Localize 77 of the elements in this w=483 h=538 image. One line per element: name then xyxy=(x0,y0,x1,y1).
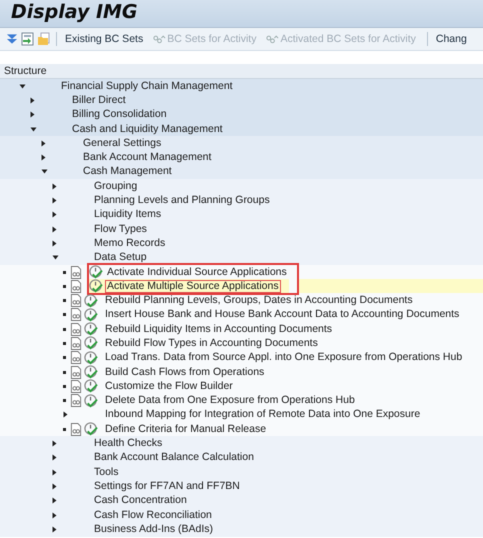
tree-item-label[interactable]: Memo Records xyxy=(92,236,168,250)
execute-icon[interactable] xyxy=(89,265,103,279)
document-icon[interactable] xyxy=(70,280,82,293)
document-icon[interactable] xyxy=(70,294,82,308)
document-icon[interactable] xyxy=(70,366,82,379)
bullet-icon xyxy=(63,399,66,402)
execute-icon[interactable] xyxy=(84,322,98,336)
expand-arrow-icon[interactable] xyxy=(30,96,35,104)
expand-arrow-icon[interactable] xyxy=(52,182,57,190)
expand-arrow-icon[interactable] xyxy=(52,211,57,218)
tree-item-label[interactable]: Activate Multiple Source Applications xyxy=(105,280,281,293)
collapse-arrow-icon[interactable] xyxy=(52,255,59,260)
expand-arrow-icon[interactable] xyxy=(52,512,57,519)
document-icon[interactable] xyxy=(70,322,82,336)
tree-item-label[interactable]: Health Checks xyxy=(92,437,164,450)
execute-icon[interactable] xyxy=(89,279,103,294)
bullet-icon xyxy=(63,299,66,302)
bullet-icon xyxy=(63,313,66,316)
bullet-icon xyxy=(63,284,66,288)
tree-item-label[interactable]: Biller Direct xyxy=(70,94,128,107)
expand-arrow-icon[interactable] xyxy=(52,526,57,533)
collapse-arrow-icon[interactable] xyxy=(41,169,48,174)
execute-icon[interactable] xyxy=(84,422,98,436)
bullet-icon xyxy=(63,370,66,374)
execute-icon[interactable] xyxy=(84,336,98,350)
bullet-icon xyxy=(63,342,66,345)
execute-icon[interactable] xyxy=(84,308,98,322)
window-title: Display IMG xyxy=(11,1,138,23)
tree-item-label[interactable]: Activate Individual Source Applications xyxy=(105,266,289,278)
document-icon[interactable] xyxy=(70,422,82,436)
expand-arrow-icon[interactable] xyxy=(52,468,57,476)
tree-item-label[interactable]: Cash Concentration xyxy=(92,494,189,508)
tree-item-label[interactable]: Billing Consolidation xyxy=(70,108,169,122)
expand-arrow-icon[interactable] xyxy=(41,140,46,147)
expand-arrow-icon[interactable] xyxy=(52,482,57,490)
bullet-icon xyxy=(63,384,66,388)
toolbar-button[interactable]: Existing BC Sets xyxy=(63,32,146,46)
toolbar-button[interactable]: Chang xyxy=(434,32,469,46)
expand-arrow-icon[interactable] xyxy=(52,440,57,448)
tree-item-label[interactable]: Tools xyxy=(92,466,121,479)
execute-icon[interactable] xyxy=(84,350,98,365)
document-icon[interactable] xyxy=(70,380,82,393)
bullet-icon xyxy=(63,428,66,431)
document-icon[interactable] xyxy=(70,336,82,350)
execute-icon[interactable] xyxy=(84,379,98,394)
filter-icon[interactable] xyxy=(6,33,18,45)
execute-icon[interactable] xyxy=(84,365,98,380)
bc-set-icon xyxy=(153,34,166,44)
tree-item-label[interactable]: Grouping xyxy=(92,180,140,193)
expand-arrow-icon[interactable] xyxy=(52,226,57,233)
expand-arrow-icon[interactable] xyxy=(52,240,57,247)
expand-arrow-icon[interactable] xyxy=(41,154,46,162)
tree-item-label[interactable]: Liquidity Items xyxy=(92,208,164,222)
bullet-icon xyxy=(63,270,66,274)
import-icon[interactable] xyxy=(21,32,34,46)
bullet-icon xyxy=(63,356,66,360)
expand-arrow-icon[interactable] xyxy=(52,197,57,204)
column-header: Structure xyxy=(0,64,483,79)
collapse-arrow-icon[interactable] xyxy=(30,126,37,132)
document-icon[interactable] xyxy=(70,394,82,408)
expand-arrow-icon[interactable] xyxy=(52,497,57,504)
tree-item-label[interactable]: General Settings xyxy=(81,136,164,150)
document-icon[interactable] xyxy=(70,266,82,278)
execute-icon[interactable] xyxy=(84,294,98,308)
expand-arrow-icon[interactable] xyxy=(30,111,35,118)
tree-item-label[interactable]: Cash Management xyxy=(81,165,174,178)
bullet-icon xyxy=(63,328,66,331)
bc-set-icon xyxy=(266,34,280,44)
execute-icon[interactable] xyxy=(84,394,98,408)
expand-arrow-icon[interactable] xyxy=(63,411,68,418)
folder-icon[interactable] xyxy=(37,32,50,46)
document-icon[interactable] xyxy=(70,351,82,364)
expand-arrow-icon[interactable] xyxy=(52,454,57,462)
document-icon[interactable] xyxy=(70,308,82,322)
tree-item-label[interactable]: Data Setup xyxy=(92,251,149,264)
collapse-arrow-icon[interactable] xyxy=(19,84,26,89)
tree-item-label[interactable]: Flow Types xyxy=(92,222,149,236)
